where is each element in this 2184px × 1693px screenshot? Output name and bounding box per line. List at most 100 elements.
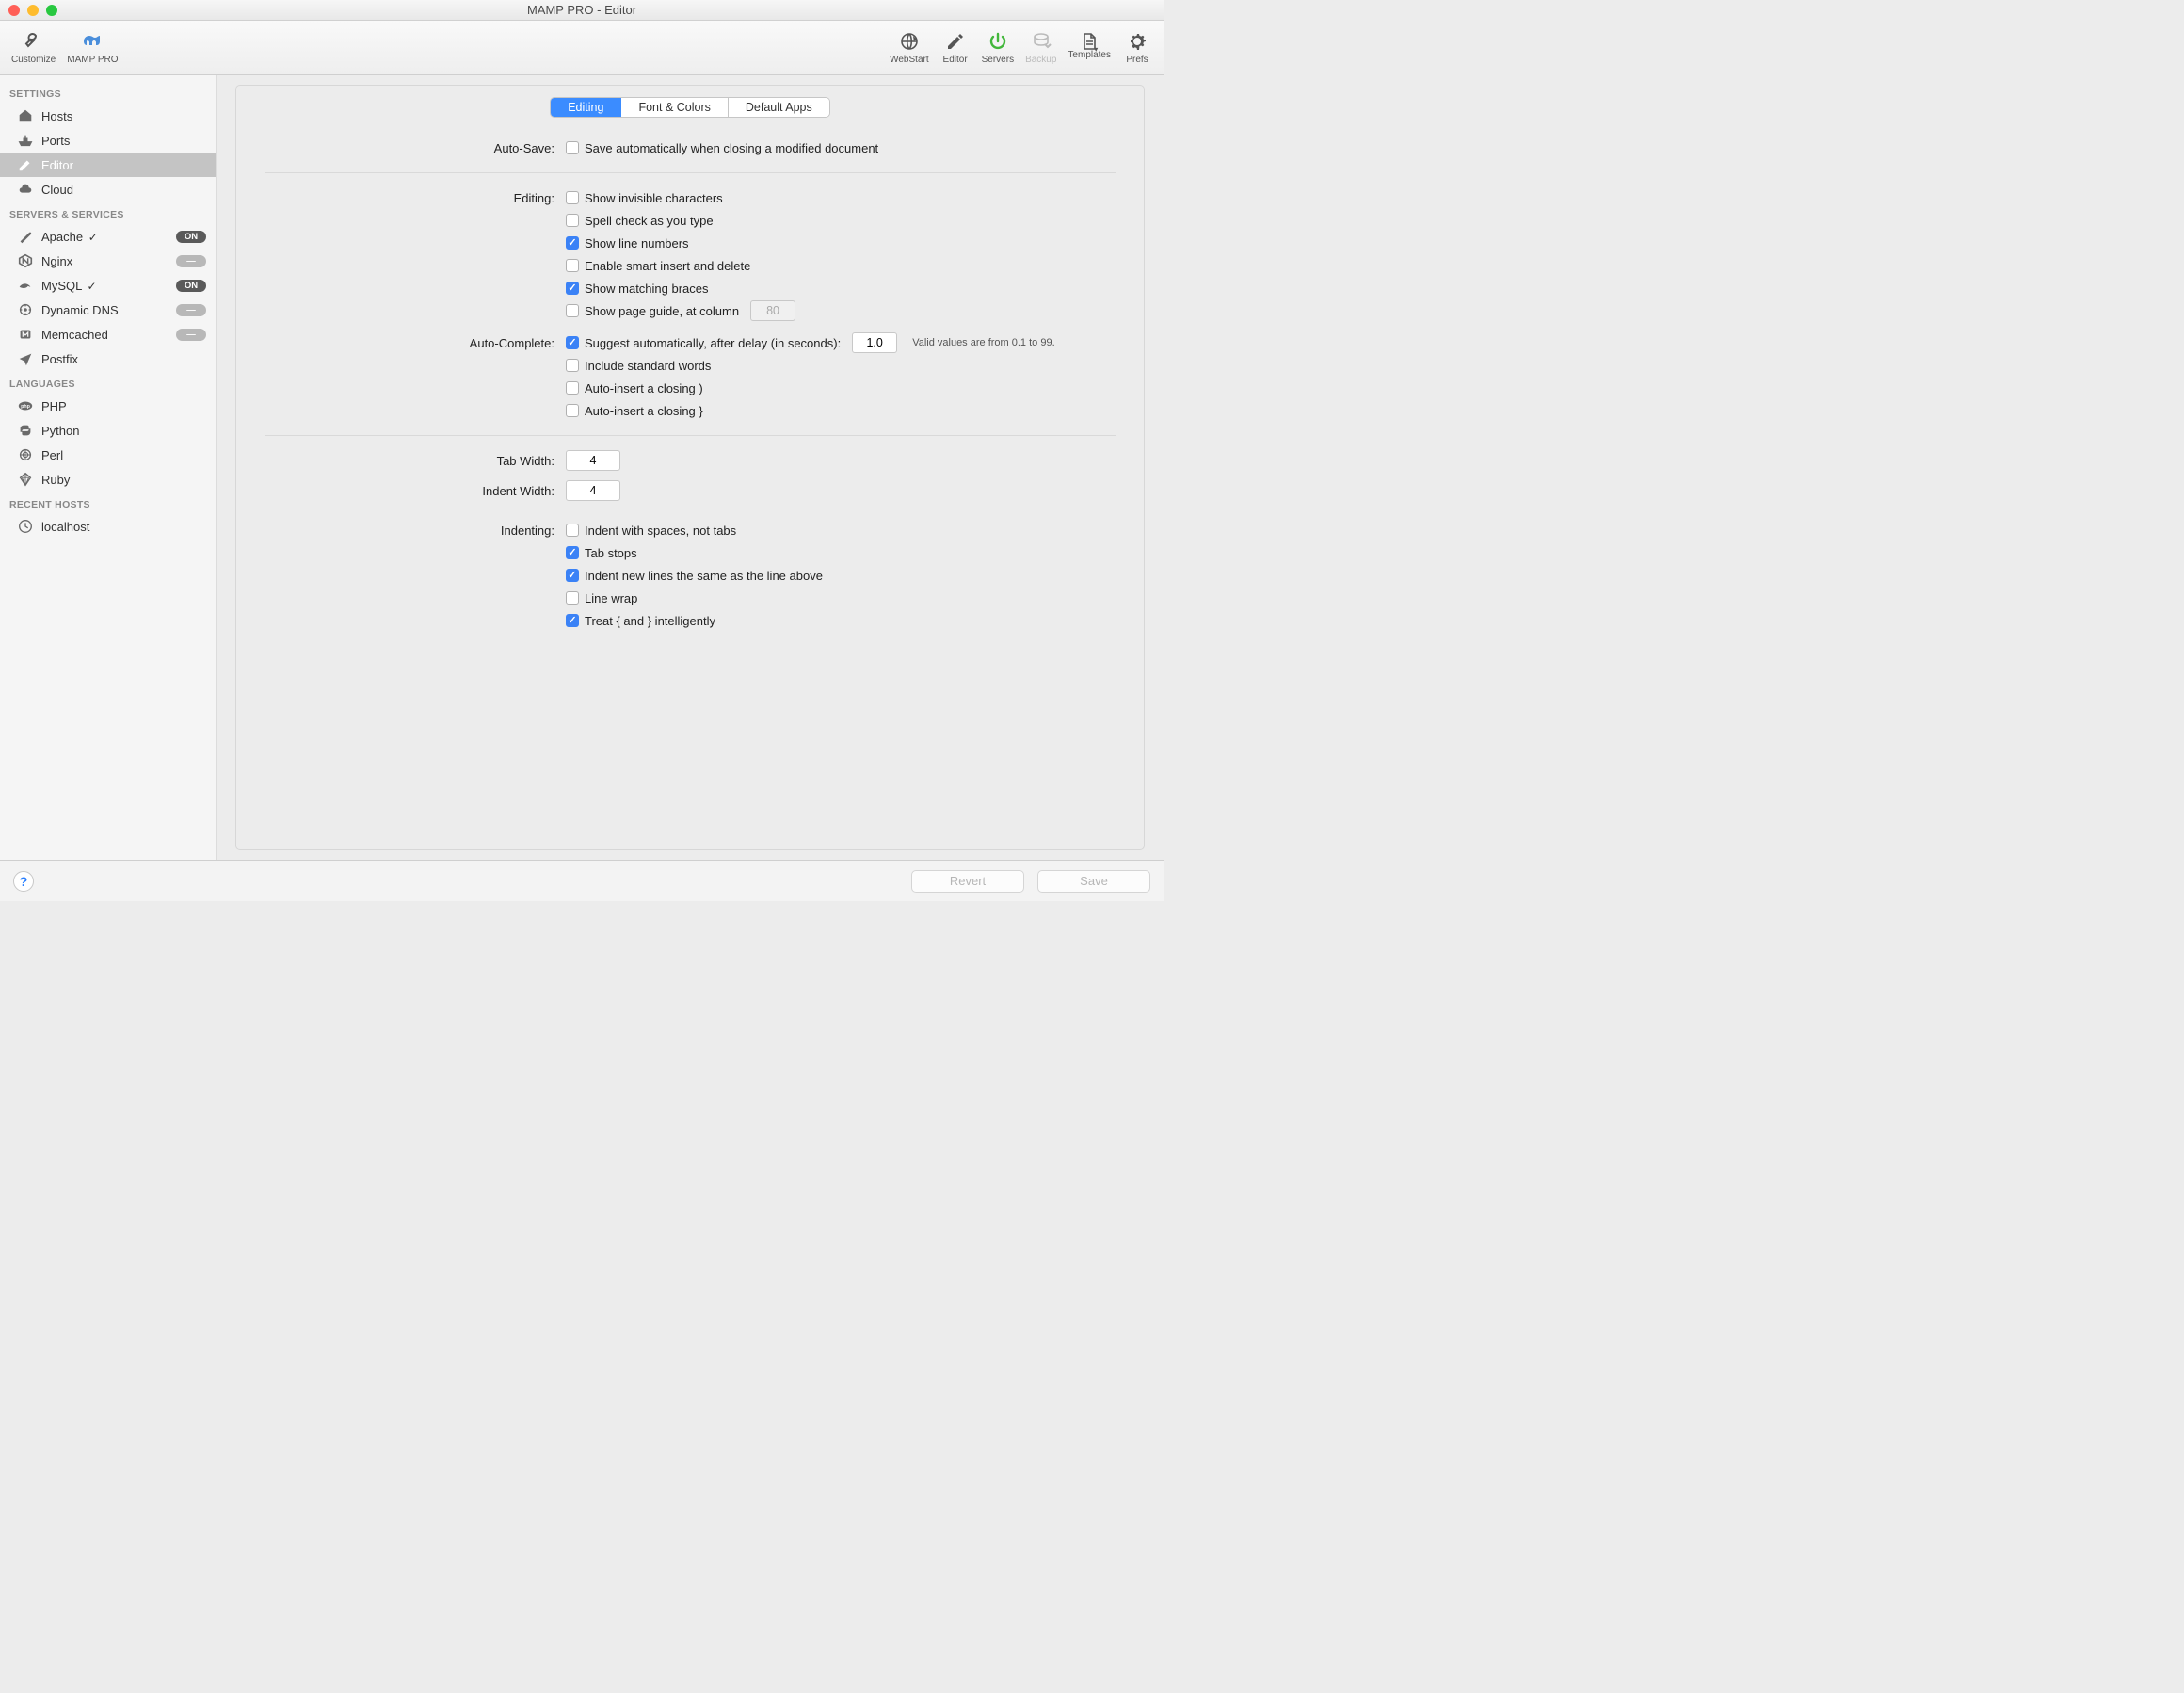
- servers-button[interactable]: Servers: [978, 28, 1018, 67]
- form-row: Auto-insert a closing ): [265, 377, 1116, 399]
- content-area: EditingFont & ColorsDefault Apps Auto-Sa…: [217, 75, 1164, 860]
- sidebar-item-localhost[interactable]: localhost: [0, 514, 216, 539]
- sidebar-item-cloud[interactable]: Cloud: [0, 177, 216, 202]
- sidebar-item-nginx[interactable]: Nginx —: [0, 249, 216, 273]
- autocomplete-3-checkbox[interactable]: [566, 404, 579, 417]
- sidebar-header: SETTINGS: [0, 81, 216, 104]
- minimize-window-button[interactable]: [27, 5, 39, 16]
- form-label: Auto-Complete:: [265, 336, 566, 350]
- customize-label: Customize: [11, 55, 56, 65]
- templates-button[interactable]: ▾ Templates: [1064, 28, 1115, 67]
- customize-button[interactable]: Customize: [8, 28, 59, 67]
- webstart-button[interactable]: WebStart: [886, 28, 933, 67]
- sidebar-item-perl[interactable]: Perl: [0, 443, 216, 467]
- perl-icon: [17, 446, 34, 463]
- indenting-3-checkbox[interactable]: [566, 591, 579, 605]
- form-label: Tab Width:: [265, 454, 566, 468]
- tab-editing[interactable]: Editing: [551, 98, 621, 117]
- indenting-1-label: Tab stops: [585, 546, 637, 560]
- indenting-0-checkbox[interactable]: [566, 524, 579, 537]
- sidebar-item-ruby[interactable]: Ruby: [0, 467, 216, 492]
- indenting-3-label: Line wrap: [585, 591, 637, 605]
- sidebar-item-label: MySQL ✓: [41, 279, 169, 293]
- ship-icon: [17, 132, 34, 149]
- form-row: Tab stops: [265, 541, 1116, 564]
- sidebar-item-apache[interactable]: Apache ✓ ON: [0, 224, 216, 249]
- sidebar-item-hosts[interactable]: Hosts: [0, 104, 216, 128]
- autocomplete-1-label: Include standard words: [585, 359, 711, 373]
- window-title: MAMP PRO - Editor: [0, 3, 1164, 17]
- status-pill: ON: [176, 280, 206, 292]
- toolbar: Customize MAMP PRO WebStart Editor Serve…: [0, 21, 1164, 75]
- sidebar-item-dynamic-dns[interactable]: Dynamic DNS —: [0, 298, 216, 322]
- save-button[interactable]: Save: [1037, 870, 1150, 893]
- sidebar-item-editor[interactable]: Editor: [0, 153, 216, 177]
- autocomplete-0-label: Suggest automatically, after delay (in s…: [585, 336, 841, 350]
- status-pill: —: [176, 255, 206, 267]
- editing-0-label: Show invisible characters: [585, 191, 723, 205]
- globe-icon: [898, 30, 921, 53]
- revert-button[interactable]: Revert: [911, 870, 1024, 893]
- tab-default-apps[interactable]: Default Apps: [729, 98, 829, 117]
- mamp-pro-button[interactable]: MAMP PRO: [63, 28, 121, 67]
- sidebar-item-label: Nginx: [41, 254, 169, 268]
- editing-3-label: Enable smart insert and delete: [585, 259, 750, 273]
- editor-button[interactable]: Editor: [937, 28, 974, 67]
- status-pill: —: [176, 304, 206, 316]
- indent-width-input[interactable]: [566, 480, 620, 501]
- python-icon: [17, 422, 34, 439]
- sidebar-item-memcached[interactable]: Memcached —: [0, 322, 216, 347]
- editing-3-checkbox[interactable]: [566, 259, 579, 272]
- sidebar-item-label: localhost: [41, 520, 206, 534]
- autosave-checkbox[interactable]: [566, 141, 579, 154]
- power-icon: [987, 30, 1009, 53]
- tab-width-input[interactable]: [566, 450, 620, 471]
- form-row: Enable smart insert and delete: [265, 254, 1116, 277]
- zoom-window-button[interactable]: [46, 5, 57, 16]
- sidebar-item-mysql[interactable]: MySQL ✓ ON: [0, 273, 216, 298]
- autosave-label: Save automatically when closing a modifi…: [585, 141, 878, 155]
- pencil-icon: [17, 156, 34, 173]
- help-button[interactable]: ?: [13, 871, 34, 892]
- sidebar-item-label: Apache ✓: [41, 230, 169, 244]
- sidebar-item-postfix[interactable]: Postfix: [0, 347, 216, 371]
- form-row: Show line numbers: [265, 232, 1116, 254]
- editing-0-checkbox[interactable]: [566, 191, 579, 204]
- indenting-0-label: Indent with spaces, not tabs: [585, 524, 736, 538]
- editing-2-checkbox[interactable]: [566, 236, 579, 250]
- editing-1-checkbox[interactable]: [566, 214, 579, 227]
- autocomplete-0-checkbox[interactable]: [566, 336, 579, 349]
- form-row: Show page guide, at column: [265, 299, 1116, 322]
- home-icon: [17, 107, 34, 124]
- sidebar-item-label: Python: [41, 424, 206, 438]
- prefs-button[interactable]: Prefs: [1118, 28, 1156, 67]
- autocomplete-3-label: Auto-insert a closing }: [585, 404, 703, 418]
- editing-4-checkbox[interactable]: [566, 282, 579, 295]
- form-row: Treat { and } intelligently: [265, 609, 1116, 632]
- feather-icon: [17, 228, 34, 245]
- sidebar-item-python[interactable]: Python: [0, 418, 216, 443]
- form-row: Editing: Show invisible characters: [265, 186, 1116, 209]
- tab-font-colors[interactable]: Font & Colors: [621, 98, 728, 117]
- autocomplete-0-input[interactable]: [852, 332, 897, 353]
- sidebar-item-label: Memcached: [41, 328, 169, 342]
- form-row: Tab Width:: [265, 449, 1116, 472]
- form-row: Line wrap: [265, 587, 1116, 609]
- cloud-icon: [17, 181, 34, 198]
- indenting-2-label: Indent new lines the same as the line ab…: [585, 569, 823, 583]
- sidebar-item-label: Ports: [41, 134, 206, 148]
- indenting-1-checkbox[interactable]: [566, 546, 579, 559]
- sidebar-header: LANGUAGES: [0, 371, 216, 394]
- form-row: Indent Width:: [265, 479, 1116, 502]
- sidebar-item-php[interactable]: php PHP: [0, 394, 216, 418]
- indenting-4-checkbox[interactable]: [566, 614, 579, 627]
- editing-5-input: [750, 300, 795, 321]
- indenting-2-checkbox[interactable]: [566, 569, 579, 582]
- ruby-icon: [17, 471, 34, 488]
- form-row: Indenting: Indent with spaces, not tabs: [265, 519, 1116, 541]
- autocomplete-2-checkbox[interactable]: [566, 381, 579, 395]
- sidebar-item-ports[interactable]: Ports: [0, 128, 216, 153]
- close-window-button[interactable]: [8, 5, 20, 16]
- editing-5-checkbox[interactable]: [566, 304, 579, 317]
- autocomplete-1-checkbox[interactable]: [566, 359, 579, 372]
